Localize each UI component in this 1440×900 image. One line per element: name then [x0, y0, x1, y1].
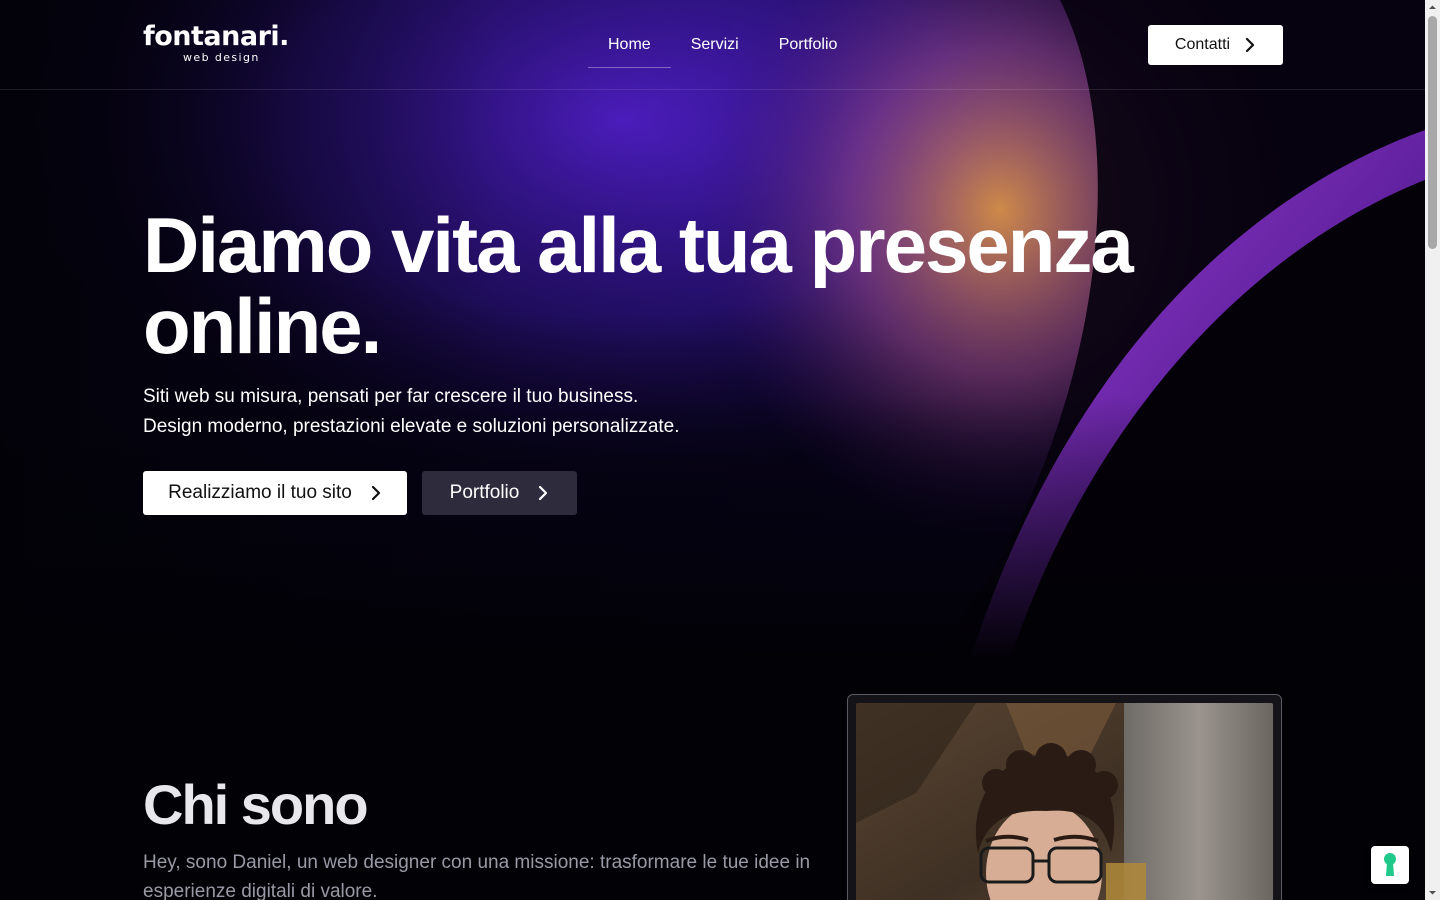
privacy-widget-button[interactable] [1371, 846, 1409, 884]
portfolio-button[interactable]: Portfolio [422, 471, 577, 515]
scrollbar-thumb[interactable] [1428, 16, 1437, 249]
build-site-button[interactable]: Realizziamo il tuo sito [143, 471, 407, 515]
brand-name: fontanari. [143, 21, 289, 52]
chevron-right-icon [1245, 37, 1255, 53]
brand-tagline: web design [183, 51, 260, 64]
scroll-up-arrow-icon[interactable] [1425, 0, 1440, 15]
nav-item-home[interactable]: Home [588, 22, 671, 68]
nav-item-servizi[interactable]: Servizi [671, 22, 759, 68]
chevron-right-icon [539, 485, 548, 501]
keyhole-icon [1384, 853, 1396, 876]
contact-button-label: Contatti [1174, 36, 1231, 53]
contact-button[interactable]: Contatti [1148, 25, 1283, 65]
hero-subtitle-line: Design moderno, prestazioni elevate e so… [143, 416, 680, 437]
about-text: Hey, sono Daniel, un web designer con un… [143, 852, 811, 900]
scroll-down-arrow-icon[interactable] [1425, 885, 1440, 900]
profile-photo [856, 703, 1273, 900]
page-viewport: fontanari. web design Home Servizi Portf… [0, 0, 1425, 900]
chevron-right-icon [371, 485, 380, 501]
hero-subtitle: Siti web su misura, pensati per far cres… [143, 382, 763, 442]
nav-item-portfolio[interactable]: Portfolio [759, 22, 858, 68]
brand-logo[interactable]: fontanari. web design [143, 20, 303, 68]
profile-photo-frame [847, 694, 1282, 900]
build-site-button-label: Realizziamo il tuo sito [168, 482, 352, 503]
site-header: fontanari. web design Home Servizi Portf… [0, 0, 1425, 90]
page-scrollbar[interactable] [1425, 0, 1440, 900]
profile-photo-image [856, 703, 1273, 900]
portfolio-button-label: Portfolio [449, 482, 520, 503]
main-nav: Home Servizi Portfolio [588, 22, 857, 68]
hero-title: Diamo vita alla tua presenza online. [143, 201, 1134, 370]
about-title: Chi sono [143, 773, 369, 836]
hero-subtitle-line: Siti web su misura, pensati per far cres… [143, 386, 639, 407]
